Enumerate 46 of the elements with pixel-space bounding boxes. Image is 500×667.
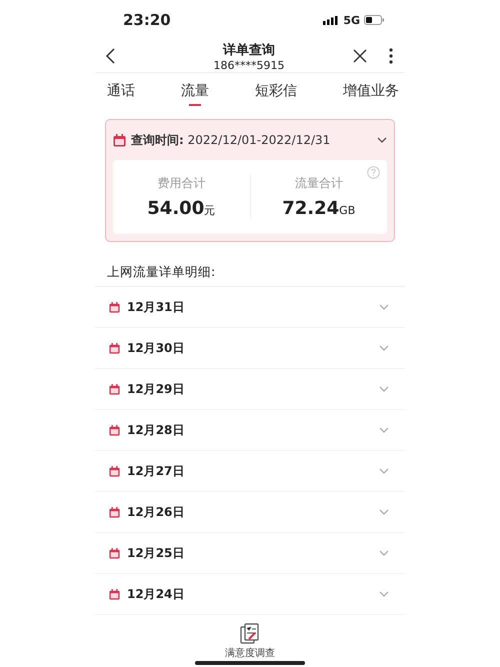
- signal-icon: [323, 16, 340, 24]
- page-title: 详单查询: [223, 42, 275, 58]
- tab[interactable]: 增值业务: [343, 73, 399, 109]
- query-period: 查询时间: 2022/12/01-2022/12/31: [131, 132, 332, 148]
- day-date: 12月27日: [127, 462, 186, 480]
- tab[interactable]: 通话: [107, 73, 135, 109]
- network-label: 5G: [343, 14, 360, 26]
- day-date: 12月28日: [127, 422, 186, 438]
- calendar-icon: [109, 302, 120, 312]
- stat-value: 54.00元: [147, 198, 216, 219]
- survey-icon[interactable]: [239, 623, 261, 645]
- stat-label: 流量合计: [294, 175, 343, 192]
- close-icon[interactable]: [353, 49, 367, 63]
- day-row[interactable]: 12月31日: [95, 287, 405, 328]
- day-row[interactable]: 12月26日: [95, 492, 405, 533]
- calendar-icon: [113, 134, 126, 146]
- calendar-icon: [109, 548, 120, 558]
- stat-label: 费用合计: [157, 175, 206, 192]
- survey-label[interactable]: 满意度调查: [225, 646, 275, 660]
- calendar-icon: [109, 506, 120, 518]
- calendar-icon: [109, 342, 120, 354]
- stat-value: 72.24GB: [282, 198, 356, 219]
- day-row[interactable]: 12月27日: [95, 451, 405, 492]
- day-date: 12月24日: [127, 586, 186, 602]
- day-row[interactable]: 12月25日: [95, 533, 405, 574]
- day-date: 12月26日: [127, 504, 186, 520]
- tab[interactable]: 短彩信: [255, 73, 297, 109]
- day-date: 12月30日: [127, 340, 186, 356]
- day-row[interactable]: 12月24日: [95, 574, 405, 615]
- calendar-icon: [109, 466, 120, 476]
- day-row[interactable]: 12月28日: [95, 410, 405, 451]
- back-icon[interactable]: [105, 48, 115, 64]
- chevron-down-icon[interactable]: [377, 137, 387, 143]
- day-date: 12月25日: [127, 544, 186, 562]
- day-date: 12月31日: [127, 298, 186, 316]
- section-title: 上网流量详单明细:: [107, 262, 216, 280]
- day-row[interactable]: 12月30日: [95, 328, 405, 369]
- day-date: 12月29日: [127, 380, 186, 398]
- day-row[interactable]: 12月29日: [95, 369, 405, 410]
- calendar-icon: [109, 424, 120, 436]
- battery-icon: [364, 15, 385, 25]
- more-icon[interactable]: [389, 48, 393, 64]
- phone-number: 186****5915: [214, 58, 284, 72]
- status-time: 23:20: [123, 11, 171, 29]
- calendar-icon: [109, 588, 120, 600]
- calendar-icon: [109, 384, 120, 394]
